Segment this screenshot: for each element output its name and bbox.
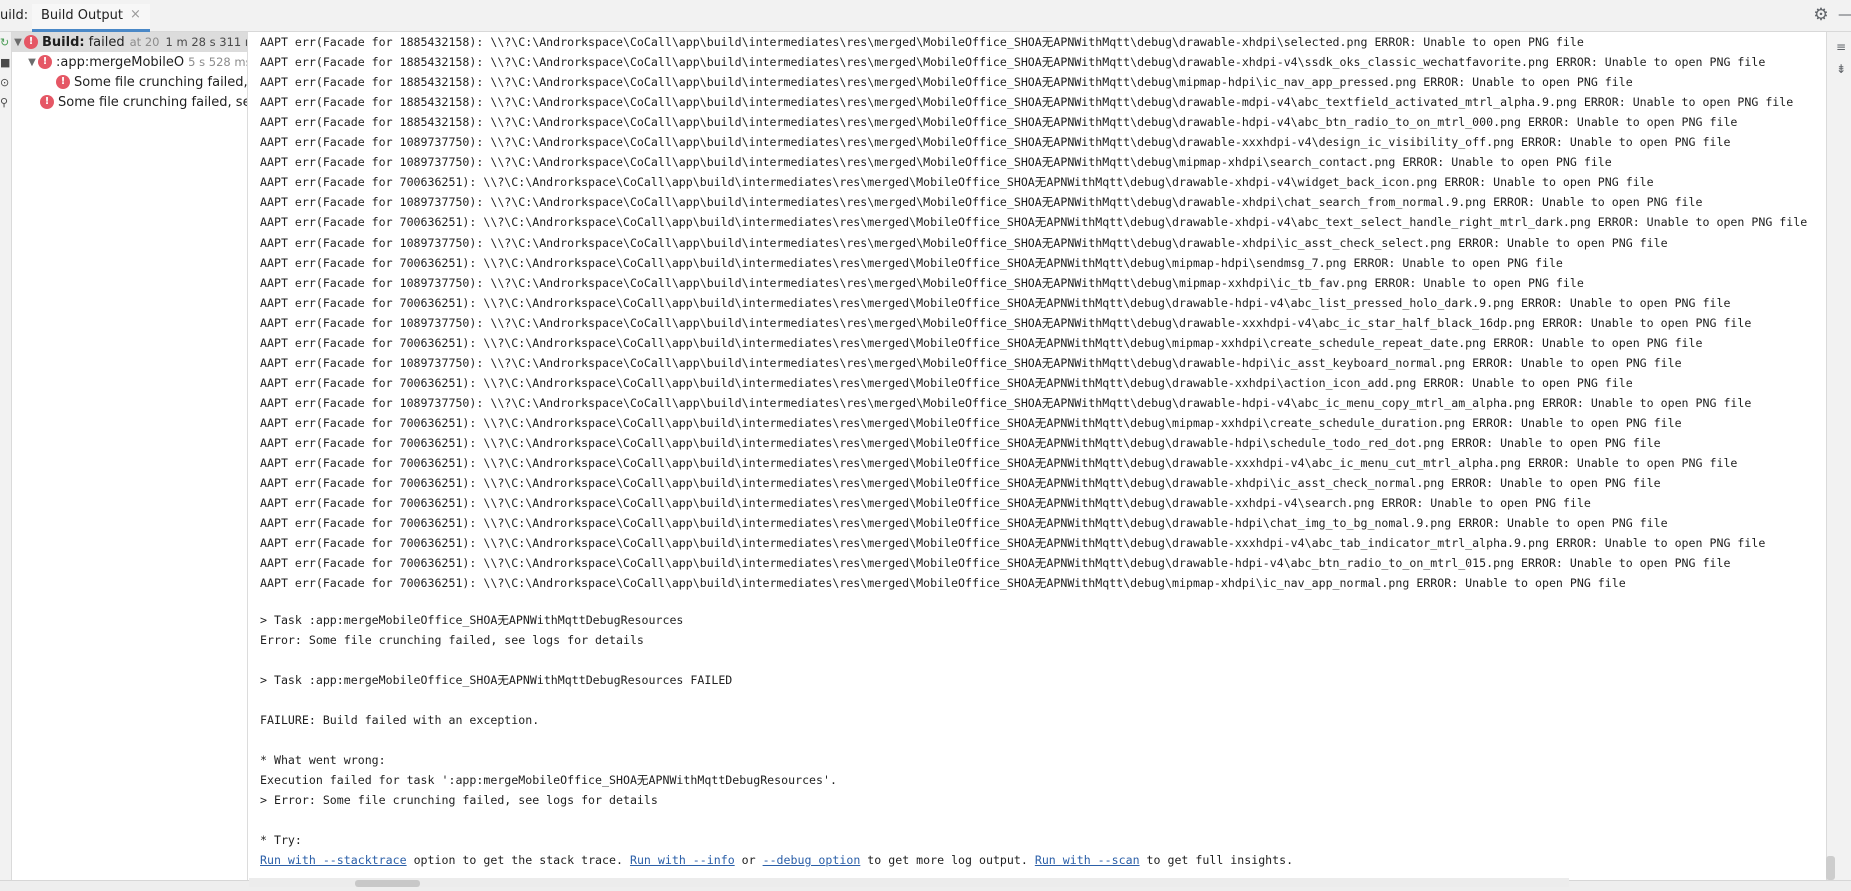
left-toolbar: ↻ ■ ⊙ ⚲: [0, 32, 12, 880]
log-line: AAPT err(Facade for 700636251): \\?\C:\A…: [260, 456, 1738, 471]
log-line: AAPT err(Facade for 700636251): \\?\C:\A…: [260, 476, 1661, 491]
vertical-scrollbar[interactable]: [1826, 856, 1835, 880]
tree-row-task[interactable]: ▼ ! :app:mergeMobileO 5 s 528 ms: [12, 52, 248, 72]
log-line: AAPT err(Facade for 700636251): \\?\C:\A…: [260, 175, 1654, 190]
log-line: AAPT err(Facade for 1089737750): \\?\C:\…: [260, 315, 1752, 330]
error-icon: !: [56, 75, 70, 89]
log-line: AAPT err(Facade for 700636251): \\?\C:\A…: [260, 295, 1731, 310]
tab-build-output[interactable]: Build Output ×: [32, 4, 150, 32]
scroll-to-end-icon[interactable]: ⇟: [1835, 62, 1847, 76]
log-line: AAPT err(Facade for 1885432158): \\?\C:\…: [260, 95, 1794, 110]
error-icon: !: [40, 95, 54, 109]
log-line: AAPT err(Facade for 1089737750): \\?\C:\…: [260, 195, 1703, 210]
build-status: failed: [88, 34, 125, 50]
build-label: Build:: [42, 34, 85, 50]
horizontal-scrollbar-track[interactable]: [249, 878, 1569, 887]
tool-window-header: uild: Build Output × ⚙ —: [0, 0, 1851, 32]
task-label: :app:mergeMobileO: [56, 54, 185, 70]
build-duration: 1 m 28 s 311 ms: [165, 35, 247, 49]
build-time: at 20: [129, 35, 160, 49]
log-line: AAPT err(Facade for 700636251): \\?\C:\A…: [260, 576, 1626, 591]
build-error-label: Some file crunching failed, see: [58, 94, 248, 110]
failure-line: FAILURE: Build failed with an exception.: [260, 713, 540, 727]
soft-wrap-icon[interactable]: ≡: [1835, 40, 1847, 54]
gear-icon[interactable]: ⚙: [1812, 6, 1830, 24]
tree-row-build-error[interactable]: ! Some file crunching failed, see: [12, 92, 248, 112]
log-line: AAPT err(Facade for 1089737750): \\?\C:\…: [260, 235, 1668, 250]
tool-window-title: uild:: [0, 8, 29, 23]
log-line: AAPT err(Facade for 1885432158): \\?\C:\…: [260, 55, 1766, 70]
log-line: AAPT err(Facade for 700636251): \\?\C:\A…: [260, 375, 1633, 390]
pin-icon[interactable]: ⊙: [0, 76, 12, 90]
log-line: AAPT err(Facade for 1885432158): \\?\C:\…: [260, 35, 1584, 49]
tree-row-build[interactable]: ▼ ! Build: failed at 20 1 m 28 s 311 ms: [12, 32, 247, 52]
log-line: AAPT err(Facade for 700636251): \\?\C:\A…: [260, 255, 1563, 270]
log-line: AAPT err(Facade for 700636251): \\?\C:\A…: [260, 556, 1731, 571]
log-line: AAPT err(Facade for 700636251): \\?\C:\A…: [260, 415, 1682, 430]
try-text-1: option to get the stack trace.: [406, 853, 630, 867]
horizontal-scrollbar-thumb[interactable]: [355, 880, 420, 887]
chevron-down-icon[interactable]: ▼: [12, 37, 24, 48]
try-text-4: to get full insights.: [1139, 853, 1294, 867]
error-icon: !: [38, 55, 52, 69]
log-line: AAPT err(Facade for 1089737750): \\?\C:\…: [260, 355, 1682, 370]
task-duration: 5 s 528 ms: [188, 55, 248, 69]
cause-line: > Error: Some file crunching failed, see…: [260, 793, 658, 807]
console-output[interactable]: AAPT err(Facade for 1885432158): \\?\C:\…: [249, 32, 1826, 880]
task-line: > Task :app:mergeMobileOffice_SHOA无APNWi…: [260, 613, 684, 627]
log-line: AAPT err(Facade for 700636251): \\?\C:\A…: [260, 335, 1703, 350]
close-icon[interactable]: ×: [130, 8, 141, 22]
wrong-heading: * What went wrong:: [260, 753, 386, 767]
error-icon: !: [24, 35, 38, 49]
stop-icon[interactable]: ■: [0, 56, 12, 70]
execution-line: Execution failed for task ':app:mergeMob…: [260, 773, 837, 787]
log-line: AAPT err(Facade for 700636251): \\?\C:\A…: [260, 436, 1661, 450]
filter-icon[interactable]: ⚲: [0, 96, 12, 110]
try-heading: * Try:: [260, 833, 302, 847]
build-tree: ▼ ! Build: failed at 20 1 m 28 s 311 ms …: [12, 32, 248, 880]
info-link[interactable]: Run with --info: [630, 853, 735, 867]
try-line: Run with --stacktrace option to get the …: [260, 850, 1293, 870]
try-text-2: or: [734, 853, 763, 867]
error-line: Error: Some file crunching failed, see l…: [260, 633, 644, 647]
log-line: AAPT err(Facade for 1089737750): \\?\C:\…: [260, 275, 1584, 290]
task-error-label: Some file crunching failed, s: [74, 74, 248, 90]
debug-link[interactable]: --debug option: [763, 853, 861, 867]
task-failed-line: > Task :app:mergeMobileOffice_SHOA无APNWi…: [260, 673, 733, 687]
stacktrace-link[interactable]: Run with --stacktrace: [260, 853, 407, 867]
chevron-down-icon[interactable]: ▼: [26, 57, 38, 68]
tab-build-output-label[interactable]: Build Output: [41, 8, 123, 23]
log-line: AAPT err(Facade for 1089737750): \\?\C:\…: [260, 395, 1752, 410]
log-line: AAPT err(Facade for 1885432158): \\?\C:\…: [260, 115, 1738, 130]
log-line: AAPT err(Facade for 700636251): \\?\C:\A…: [260, 516, 1668, 531]
try-text-3: to get more log output.: [860, 853, 1035, 867]
log-line: AAPT err(Facade for 1089737750): \\?\C:\…: [260, 135, 1731, 150]
log-line: AAPT err(Facade for 1089737750): \\?\C:\…: [260, 155, 1612, 170]
log-line: AAPT err(Facade for 1885432158): \\?\C:\…: [260, 75, 1633, 90]
minimize-icon[interactable]: —: [1838, 6, 1851, 24]
log-line: AAPT err(Facade for 700636251): \\?\C:\A…: [260, 496, 1591, 511]
tree-row-task-error[interactable]: ! Some file crunching failed, s: [12, 72, 248, 92]
log-line: AAPT err(Facade for 700636251): \\?\C:\A…: [260, 536, 1766, 551]
rerun-icon[interactable]: ↻: [0, 36, 12, 50]
right-toolbar: ≡ ⇟: [1826, 32, 1851, 880]
log-line: AAPT err(Facade for 700636251): \\?\C:\A…: [260, 215, 1808, 230]
scan-link[interactable]: Run with --scan: [1035, 853, 1140, 867]
